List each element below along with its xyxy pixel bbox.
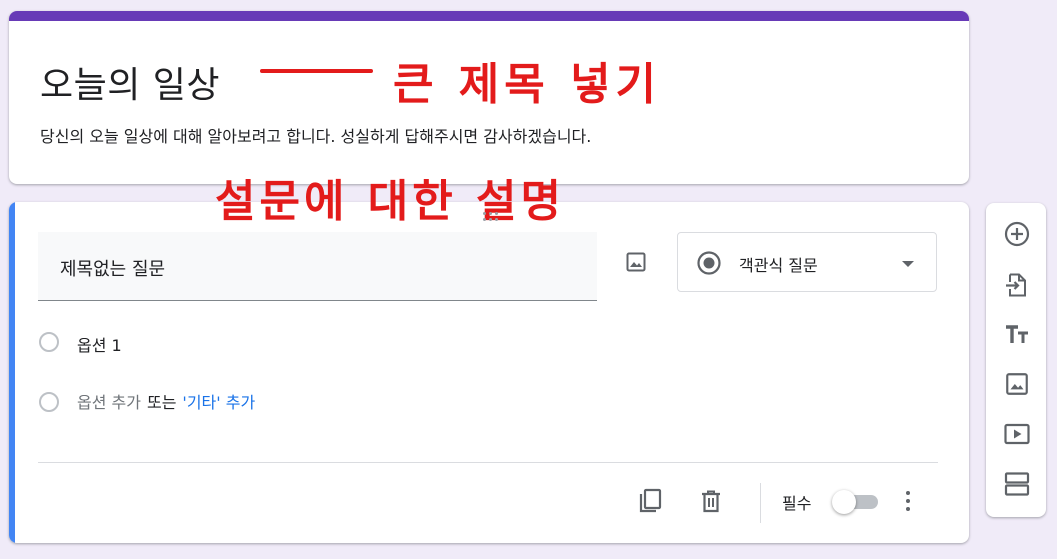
footer-vertical-divider	[760, 483, 761, 523]
question-type-dropdown[interactable]: 객관식 질문	[677, 232, 937, 292]
option-radio-icon	[39, 332, 59, 352]
add-image-button[interactable]	[1001, 368, 1033, 400]
caret-down-icon	[902, 261, 914, 267]
add-other-button[interactable]: '기타' 추가	[182, 393, 255, 412]
image-icon	[626, 252, 646, 272]
duplicate-button[interactable]	[634, 485, 666, 517]
question-title-text: 제목없는 질문	[60, 259, 166, 280]
import-questions-button[interactable]	[1001, 269, 1033, 301]
form-title[interactable]: 오늘의 일상	[40, 56, 220, 108]
question-title-input[interactable]: 제목없는 질문	[38, 232, 597, 301]
add-title-button[interactable]	[1001, 319, 1033, 351]
theme-color-bar	[9, 11, 969, 21]
annotation-arrow-line	[260, 69, 373, 73]
option-1-input[interactable]: 옵션 1	[77, 332, 122, 356]
add-question-button[interactable]	[1001, 218, 1033, 250]
side-toolbar	[986, 203, 1046, 517]
question-add-image-button[interactable]	[621, 247, 651, 277]
image-icon	[1006, 373, 1028, 395]
drag-handle-icon[interactable]	[481, 210, 501, 224]
title-text-icon	[1006, 325, 1028, 343]
option-radio-icon	[39, 392, 59, 412]
trash-icon	[702, 490, 720, 513]
add-option-button[interactable]: 옵션 추가	[77, 393, 141, 412]
radio-checked-icon	[697, 251, 721, 275]
required-toggle[interactable]	[832, 490, 880, 514]
question-card[interactable]: 제목없는 질문 객관식 질문 옵션 1 옵션 추가 또는 '기타' 추가 필수	[9, 202, 969, 543]
toggle-thumb	[832, 490, 856, 514]
add-section-button[interactable]	[1001, 468, 1033, 500]
annotation-title-note: 큰 제목 넣기	[393, 59, 662, 110]
question-type-label: 객관식 질문	[739, 256, 818, 275]
more-vert-icon[interactable]	[899, 487, 917, 515]
required-label: 필수	[782, 494, 812, 513]
import-icon	[1006, 273, 1026, 297]
add-circle-icon	[1004, 221, 1030, 247]
section-icon	[1004, 472, 1030, 496]
active-question-indicator	[9, 202, 15, 543]
annotation-description-note: 설문에 대한 설명	[215, 176, 565, 227]
footer-divider	[38, 462, 938, 463]
add-option-row: 옵션 추가 또는 '기타' 추가	[77, 389, 255, 413]
copy-icon	[639, 488, 662, 513]
add-video-button[interactable]	[1001, 418, 1033, 450]
or-label: 또는	[146, 393, 177, 412]
delete-button[interactable]	[695, 485, 727, 517]
video-icon	[1004, 423, 1030, 445]
form-description[interactable]: 당신의 오늘 일상에 대해 알아보려고 합니다. 성실하게 답해주시면 감사하겠…	[40, 123, 591, 147]
